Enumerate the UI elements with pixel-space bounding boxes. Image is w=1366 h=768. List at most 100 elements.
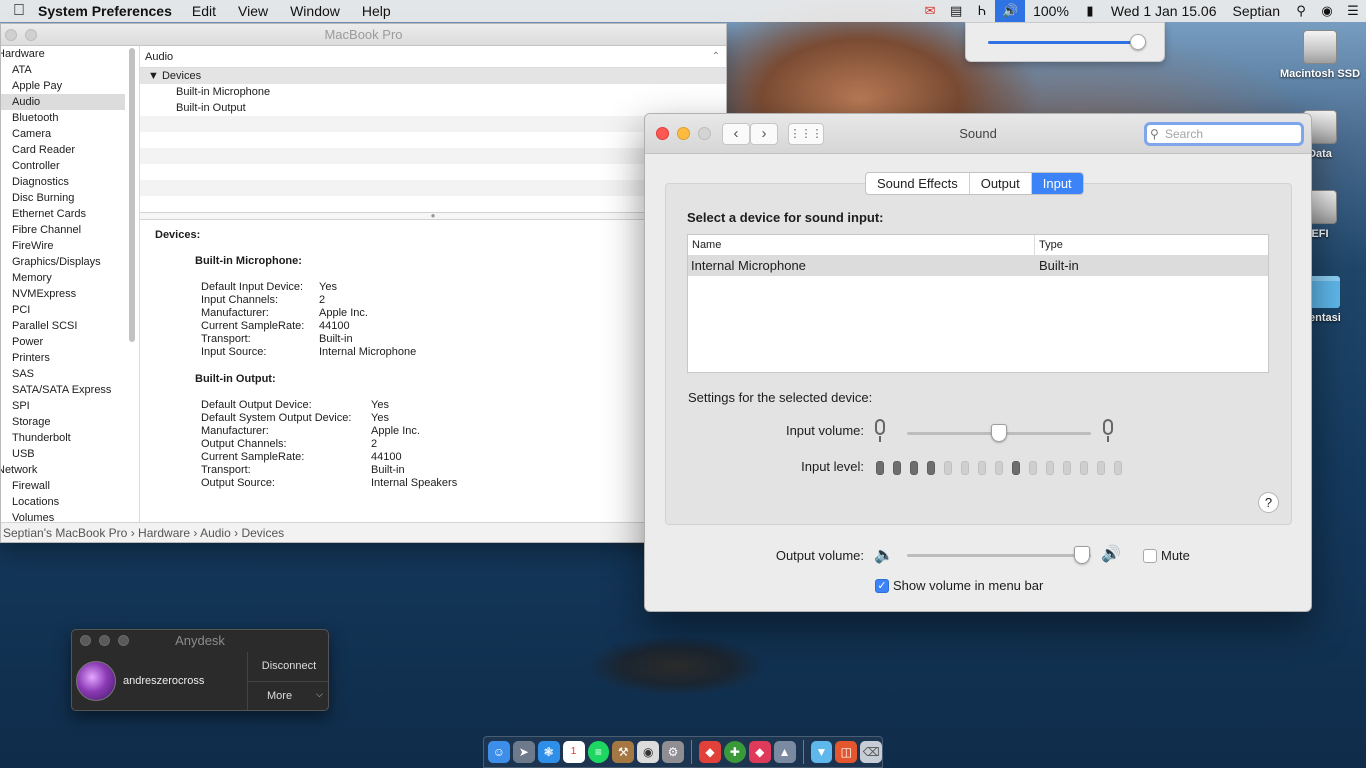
sidebar-item-ata[interactable]: ATA [1, 62, 125, 78]
tab-input[interactable]: Input [1031, 173, 1083, 194]
finder-icon[interactable]: ☺ [488, 741, 510, 763]
column-header-type[interactable]: Type [1035, 235, 1063, 255]
siri-icon[interactable]: ◉ [1314, 3, 1340, 19]
sidebar-item-apple-pay[interactable]: Apple Pay [1, 78, 125, 94]
sidebar-item-locations[interactable]: Locations [1, 494, 125, 510]
sidebar-item-storage[interactable]: Storage [1, 414, 125, 430]
menu-edit[interactable]: Edit [192, 3, 216, 19]
sidebar-item-parallel-scsi[interactable]: Parallel SCSI [1, 318, 125, 334]
user-menu[interactable]: Septian [1233, 3, 1280, 19]
downloads-folder-icon[interactable]: ▼ [810, 741, 833, 763]
zoom-button[interactable] [118, 635, 129, 646]
sidebar-scrollbar[interactable] [129, 48, 135, 342]
sidebar-item-thunderbolt[interactable]: Thunderbolt [1, 430, 125, 446]
split-view-divider[interactable]: ● [140, 212, 726, 220]
mail-icon[interactable]: ✉ [917, 3, 943, 19]
search-input[interactable]: ⚲ Search [1144, 122, 1304, 146]
battery-percent[interactable]: 100% [1033, 3, 1069, 19]
path-segment[interactable]: Devices [241, 526, 284, 540]
volume-popover-knob[interactable] [1130, 34, 1147, 50]
remote-app-icon[interactable]: ◆ [748, 741, 771, 763]
tree-item-built-in-microphone[interactable]: Built-in Microphone [140, 84, 726, 100]
network-app-icon[interactable]: ✚ [723, 741, 746, 763]
spotify-icon[interactable]: ≡ [587, 741, 610, 763]
path-segment[interactable]: Septian's MacBook Pro [3, 526, 127, 540]
sidebar-item-nvmexpress[interactable]: NVMExpress [1, 286, 125, 302]
system-preferences-icon[interactable]: ⚙ [662, 741, 684, 763]
mute-checkbox[interactable] [1143, 549, 1157, 563]
minimize-button[interactable] [99, 635, 110, 646]
spotlight-icon[interactable]: ⚲ [1288, 3, 1314, 19]
sidebar-item-ethernet-cards[interactable]: Ethernet Cards [1, 206, 125, 222]
desktop-icon-macintosh-ssd[interactable]: Macintosh SSD [1275, 30, 1365, 80]
calendar-icon[interactable]: 1 [562, 741, 585, 763]
chevron-up-icon: ⌃ [711, 51, 720, 62]
launchpad-icon[interactable]: ➤ [512, 741, 535, 763]
output-volume-track[interactable] [907, 554, 1091, 557]
sidebar-item-sas[interactable]: SAS [1, 366, 125, 382]
sidebar-group-network[interactable]: Network [1, 462, 125, 478]
notification-center-icon[interactable]: ☰ [1340, 3, 1366, 19]
battery-icon[interactable]: ▮ [1077, 3, 1103, 19]
sidebar-item-volumes[interactable]: Volumes [1, 510, 125, 522]
disconnect-button[interactable]: Disconnect [248, 660, 328, 672]
volume-icon[interactable]: 🔊 [995, 0, 1026, 22]
volume-popover-track[interactable] [988, 41, 1146, 44]
path-segment[interactable]: Audio [200, 526, 231, 540]
activity-monitor-icon[interactable]: ▤ [943, 3, 969, 19]
trash-icon[interactable]: ⌫ [860, 741, 883, 763]
input-volume-knob[interactable] [991, 424, 1007, 442]
sidebar-item-usb[interactable]: USB [1, 446, 125, 462]
disk-utility-icon[interactable]: ◉ [637, 741, 660, 763]
tab-sound-effects[interactable]: Sound Effects [866, 173, 970, 194]
minimize-button[interactable] [25, 29, 37, 41]
sidebar-item-bluetooth[interactable]: Bluetooth [1, 110, 125, 126]
help-button[interactable]: ? [1258, 492, 1279, 513]
menu-help[interactable]: Help [362, 3, 391, 19]
sidebar-item-spi[interactable]: SPI [1, 398, 125, 414]
path-segment[interactable]: Hardware [138, 526, 190, 540]
sound-titlebar[interactable]: ‹ › ⋮⋮⋮ Sound ⚲ Search [645, 114, 1311, 154]
utility-app-icon[interactable]: ⚒ [612, 741, 635, 763]
close-button[interactable] [5, 29, 17, 41]
show-volume-checkbox[interactable]: ✓ [875, 579, 889, 593]
sidebar-item-diagnostics[interactable]: Diagnostics [1, 174, 125, 190]
sidebar-item-controller[interactable]: Controller [1, 158, 125, 174]
menu-view[interactable]: View [238, 3, 268, 19]
sidebar-item-card-reader[interactable]: Card Reader [1, 142, 125, 158]
close-button[interactable] [80, 635, 91, 646]
disclosure-triangle-icon[interactable]: ▼ [148, 70, 159, 82]
sysinfo-titlebar[interactable]: MacBook Pro [1, 24, 726, 46]
table-row[interactable]: Internal Microphone Built-in [688, 256, 1268, 276]
sidebar-item-sata-sata-express[interactable]: SATA/SATA Express [1, 382, 125, 398]
sidebar-item-disc-burning[interactable]: Disc Burning [1, 190, 125, 206]
sidebar-item-printers[interactable]: Printers [1, 350, 125, 366]
sidebar-item-audio[interactable]: Audio [1, 94, 125, 110]
safari-icon[interactable]: ❃ [537, 741, 560, 763]
office-icon[interactable]: ◫ [835, 741, 858, 763]
utility-tool-icon[interactable]: ▲ [773, 741, 796, 763]
sidebar-item-fibre-channel[interactable]: Fibre Channel [1, 222, 125, 238]
tree-item-devices[interactable]: ▼ Devices [140, 68, 726, 84]
tab-output[interactable]: Output [970, 173, 1032, 194]
sidebar-group-hardware[interactable]: Hardware [1, 46, 125, 62]
list-header[interactable]: Audio ⌃ [140, 46, 726, 68]
column-header-name[interactable]: Name [688, 235, 1035, 255]
sidebar-item-camera[interactable]: Camera [1, 126, 125, 142]
sidebar-item-graphics-displays[interactable]: Graphics/Displays [1, 254, 125, 270]
clock[interactable]: Wed 1 Jan 15.06 [1111, 3, 1217, 19]
menu-window[interactable]: Window [290, 3, 340, 19]
apple-menu-icon[interactable]:  [0, 2, 38, 20]
app-menu[interactable]: System Preferences [38, 3, 172, 19]
bluetooth-icon[interactable]: Ꮒ [969, 3, 995, 19]
anydesk-icon[interactable]: ◆ [699, 741, 721, 763]
sidebar-item-power[interactable]: Power [1, 334, 125, 350]
anydesk-titlebar[interactable]: Anydesk [72, 630, 328, 652]
sidebar-item-pci[interactable]: PCI [1, 302, 125, 318]
tree-item-built-in-output[interactable]: Built-in Output [140, 100, 726, 116]
anydesk-title: Anydesk [175, 633, 225, 648]
output-volume-knob[interactable] [1073, 546, 1090, 564]
sidebar-item-memory[interactable]: Memory [1, 270, 125, 286]
sidebar-item-firewire[interactable]: FireWire [1, 238, 125, 254]
sidebar-item-firewall[interactable]: Firewall [1, 478, 125, 494]
